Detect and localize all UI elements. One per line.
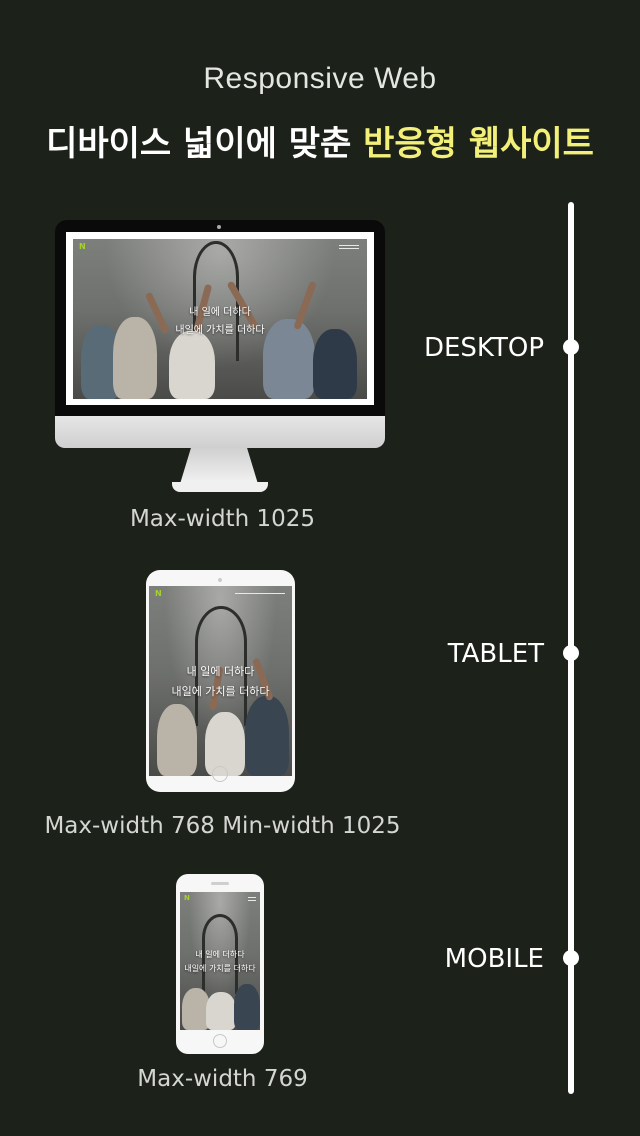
caption-desktop: Max-width 1025 <box>129 506 316 532</box>
tablet-hero-text: 내 일에 더하다 내일에 가치를 더하다 <box>149 586 292 776</box>
desktop-chin <box>55 416 385 448</box>
caption-mobile: Max-width 769 <box>137 1066 308 1092</box>
hero-line-2: 내일에 가치를 더하다 <box>175 324 265 336</box>
desktop-camera <box>217 225 221 229</box>
desktop-hero-image: 내 일에 더하다 내일에 가치를 더하다 N <box>73 239 367 399</box>
site-logo: N <box>155 589 162 598</box>
tablet-camera <box>218 578 222 582</box>
desktop-stand <box>180 448 258 484</box>
hero-line-1: 내 일에 더하다 <box>186 665 255 678</box>
menu-icon <box>248 897 256 898</box>
timeline-dot-mobile <box>563 950 579 966</box>
phone-speaker <box>211 882 229 885</box>
timeline-dot-desktop <box>563 339 579 355</box>
site-logo: N <box>79 242 86 251</box>
desktop-screen-frame: 내 일에 더하다 내일에 가치를 더하다 N <box>55 220 385 416</box>
hero-line-2: 내일에 가치를 더하다 <box>171 685 270 698</box>
menu-icon <box>339 245 359 246</box>
menu-icon <box>235 593 285 594</box>
tablet-icon: 내 일에 더하다 내일에 가치를 더하다 N <box>146 570 295 792</box>
tablet-hero-image: 내 일에 더하다 내일에 가치를 더하다 N <box>149 586 292 776</box>
menu-icon <box>248 900 256 901</box>
desktop-base <box>172 482 268 492</box>
phone-home-button <box>213 1034 227 1048</box>
caption-tablet: Max-width 768 Min-width 1025 <box>44 813 401 839</box>
header-title-en: Responsive Web <box>203 62 437 95</box>
device-label-mobile: MOBILE <box>444 944 544 974</box>
menu-icon <box>339 248 359 249</box>
desktop-screen: 내 일에 더하다 내일에 가치를 더하다 N <box>66 232 374 405</box>
header-title-kr-highlight: 반응형 웹사이트 <box>363 124 594 164</box>
device-label-tablet: TABLET <box>447 639 544 669</box>
device-label-desktop: DESKTOP <box>423 333 544 363</box>
hero-line-2: 내일에 가치를 더하다 <box>184 963 256 973</box>
tablet-home-button <box>212 766 228 782</box>
hero-line-1: 내 일에 더하다 <box>195 949 245 959</box>
timeline-dot-tablet <box>563 645 579 661</box>
header-title-kr: 디바이스 넓이에 맞춘 반응형 웹사이트 <box>0 116 640 165</box>
mobile-phone-icon: 내 일에 더하다 내일에 가치를 더하다 N <box>176 874 264 1054</box>
hero-line-1: 내 일에 더하다 <box>189 306 251 318</box>
desktop-hero-text: 내 일에 더하다 내일에 가치를 더하다 <box>73 239 367 399</box>
site-logo: N <box>184 894 190 902</box>
mobile-hero-text: 내 일에 더하다 내일에 가치를 더하다 <box>180 892 260 1030</box>
header-title-kr-prefix: 디바이스 넓이에 맞춘 <box>46 124 364 164</box>
mobile-hero-image: 내 일에 더하다 내일에 가치를 더하다 N <box>180 892 260 1030</box>
